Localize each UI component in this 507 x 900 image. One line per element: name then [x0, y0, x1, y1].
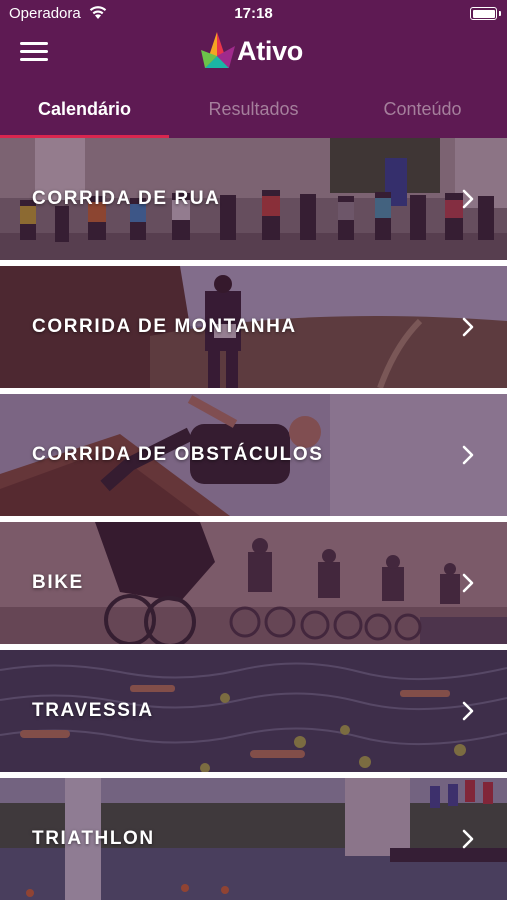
category-label: TRIATHLON	[32, 828, 155, 849]
tab-label: Conteúdo	[383, 99, 462, 119]
clock: 17:18	[234, 5, 273, 22]
category-card-corrida-de-obstaculos[interactable]: CORRIDA DE OBSTÁCULOS	[0, 394, 507, 516]
chevron-right-icon	[462, 829, 474, 849]
category-card-triathlon[interactable]: TRIATHLON	[0, 778, 507, 900]
category-label: CORRIDA DE RUA	[32, 188, 221, 209]
chevron-right-icon	[462, 573, 474, 593]
category-label: CORRIDA DE MONTANHA	[32, 316, 297, 337]
category-label: TRAVESSIA	[32, 700, 154, 721]
status-bar: Operadora 17:18	[0, 0, 507, 28]
tab-bar: Calendário Resultados Conteúdo	[0, 88, 507, 138]
chevron-right-icon	[462, 189, 474, 209]
tab-resultados[interactable]: Resultados	[169, 88, 338, 138]
app-header: Operadora 17:18 Ativo Calendário Resulta…	[0, 0, 507, 138]
chevron-right-icon	[462, 317, 474, 337]
chevron-right-icon	[462, 701, 474, 721]
category-label: CORRIDA DE OBSTÁCULOS	[32, 444, 324, 465]
ativo-logo-icon	[201, 32, 235, 68]
chevron-right-icon	[462, 445, 474, 465]
battery-icon	[470, 7, 501, 20]
tab-conteudo[interactable]: Conteúdo	[338, 88, 507, 138]
tab-calendario[interactable]: Calendário	[0, 88, 169, 138]
category-card-corrida-de-montanha[interactable]: CORRIDA DE MONTANHA	[0, 266, 507, 388]
tab-label: Calendário	[37, 99, 132, 119]
brand-logo: Ativo	[197, 28, 327, 72]
category-card-corrida-de-rua[interactable]: CORRIDA DE RUA	[0, 138, 507, 260]
tab-label: Resultados	[208, 99, 299, 119]
hamburger-menu-icon[interactable]	[20, 40, 48, 62]
category-card-bike[interactable]: BIKE	[0, 522, 507, 644]
category-label: BIKE	[32, 572, 84, 593]
category-card-travessia[interactable]: TRAVESSIA	[0, 650, 507, 772]
brand-name: Ativo	[237, 36, 304, 66]
